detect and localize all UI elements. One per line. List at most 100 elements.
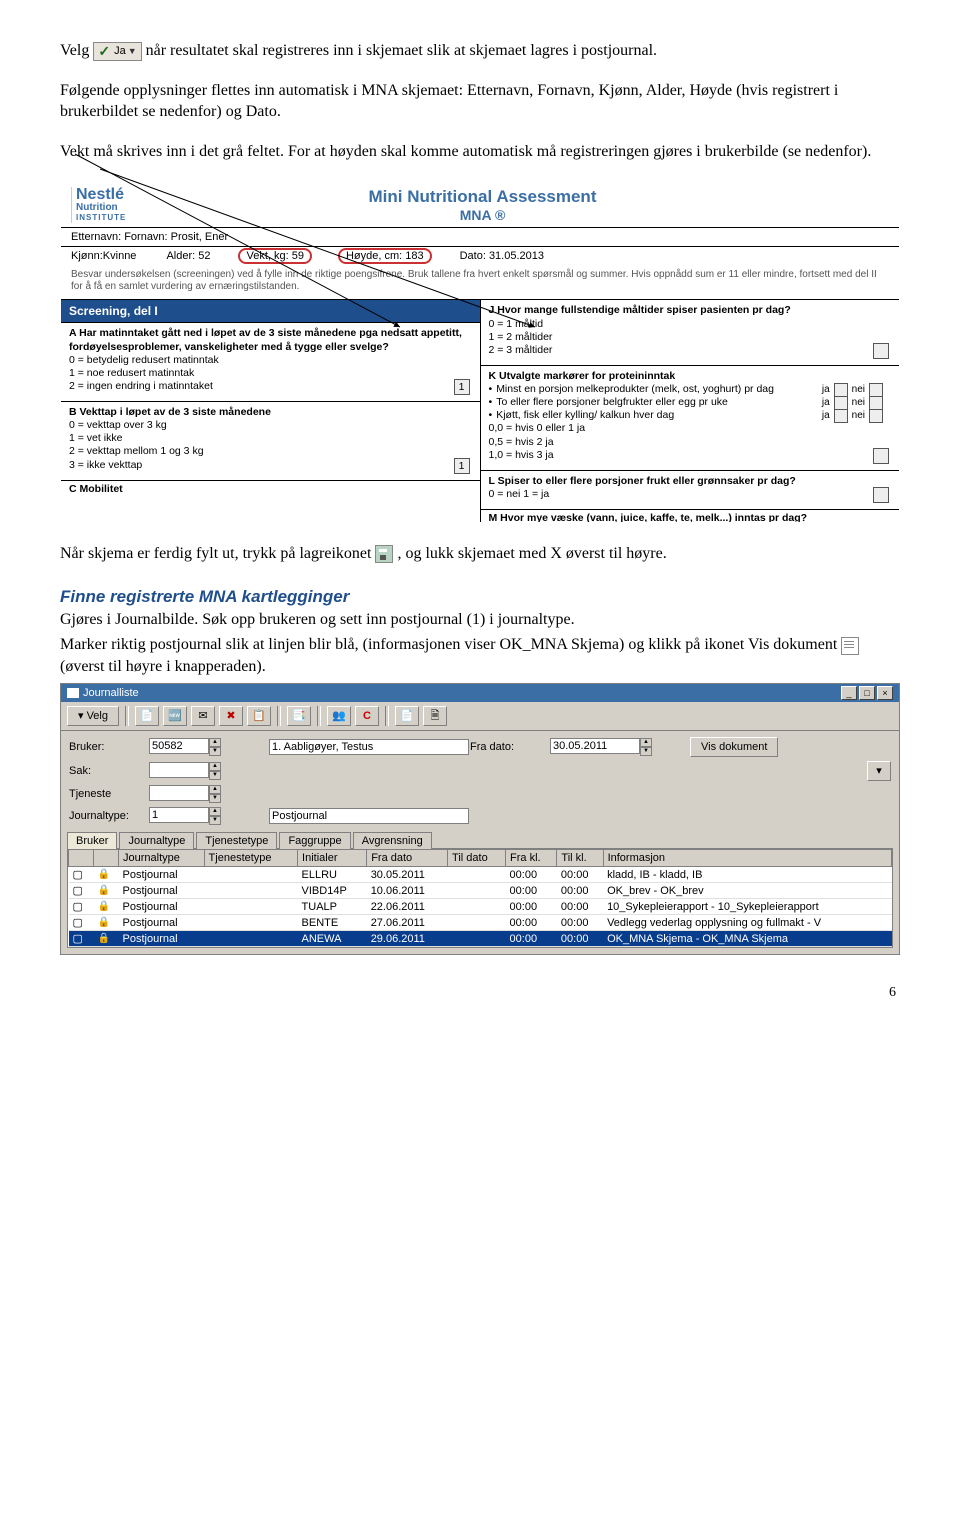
cell-journaltype: Postjournal [119,899,205,915]
question-c-cutoff: C Mobilitet [61,480,480,493]
answer-box-a[interactable]: 1 [454,379,470,395]
toolbar-icon[interactable]: 📑 [287,706,311,726]
k2-ja-box[interactable] [834,396,848,410]
toolbar-icon[interactable]: 📄 [395,706,419,726]
lock-icon: 🔒 [94,915,119,931]
tab-avgrensning[interactable]: Avgrensning [353,832,432,849]
table-row[interactable]: ▢🔒PostjournalANEWA29.06.201100:0000:00OK… [69,931,892,947]
cell-tildato [448,915,506,931]
cell-tilkl: 00:00 [557,867,603,883]
mna-title: Mini Nutritional Assessment MNA ® [166,187,799,223]
toolbar-icon[interactable]: 🆕 [163,706,187,726]
col-tilkl[interactable]: Til kl. [557,850,603,867]
journalliste-window: Journalliste _□× ▾ Velg 📄 🆕 ✉ ✖ 📋 📑 👥 C … [60,683,900,955]
tab-faggruppe[interactable]: Faggruppe [279,832,350,849]
cell-initialer: BENTE [298,915,367,931]
cell-initialer: ELLRU [298,867,367,883]
expand-icon[interactable]: ▢ [69,915,94,931]
toolbar-icon[interactable]: ✉ [191,706,215,726]
mna-dato: Dato: 31.05.2013 [460,250,544,262]
toolbar-icon[interactable]: 📋 [247,706,271,726]
cell-tjenestetype [204,883,297,899]
k1-ja-box[interactable] [834,383,848,397]
expand-icon[interactable]: ▢ [69,931,94,947]
save-icon[interactable] [375,545,393,563]
intro-paragraph-3: Vekt må skrives inn i det grå feltet. Fo… [60,141,900,163]
k3-nei-box[interactable] [869,409,883,423]
table-row[interactable]: ▢🔒PostjournalVIBD14P10.06.201100:0000:00… [69,883,892,899]
cell-journaltype: Postjournal [119,867,205,883]
sak-input[interactable]: ▲▼ [149,762,269,780]
journaltype-name-input[interactable] [269,808,469,824]
col-frakl[interactable]: Fra kl. [506,850,557,867]
col-tildato[interactable]: Til dato [448,850,506,867]
k3-ja-box[interactable] [834,409,848,423]
window-titlebar: Journalliste _□× [61,684,899,702]
cell-initialer: ANEWA [298,931,367,947]
table-row[interactable]: ▢🔒PostjournalELLRU30.05.201100:0000:00kl… [69,867,892,883]
col-initialer[interactable]: Initialer [298,850,367,867]
tjeneste-input[interactable]: ▲▼ [149,785,269,803]
vis-dokument-button[interactable]: Vis dokument [690,737,778,757]
fradato-label: Fra dato: [470,741,550,753]
velg-button[interactable]: ▾ Velg [67,706,119,726]
col-fradato[interactable]: Fra dato [367,850,448,867]
tab-journaltype[interactable]: Journaltype [119,832,194,849]
mna-hoyde-highlight: Høyde, cm: 183 [338,248,432,264]
vis-dokument-icon[interactable]: 🗎 [423,706,447,726]
table-row[interactable]: ▢🔒PostjournalBENTE27.06.201100:0000:00Ve… [69,915,892,931]
lock-icon: 🔒 [94,867,119,883]
answer-box-b[interactable]: 1 [454,458,470,474]
col-expand[interactable] [69,850,94,867]
bruker-id-input[interactable]: ▲▼ [149,738,269,756]
ja-dropdown-button[interactable]: ✓Ja▼ [93,42,141,61]
cell-tildato [448,931,506,947]
bruker-name-input[interactable] [269,739,469,755]
answer-box-l[interactable] [873,487,889,503]
answer-box-k[interactable] [873,448,889,464]
cell-journaltype: Postjournal [119,883,205,899]
cell-frakl: 00:00 [506,931,557,947]
cell-tildato [448,867,506,883]
maximize-icon: □ [859,686,875,700]
expand-icon[interactable]: ▢ [69,883,94,899]
fradato-input[interactable]: ▲▼ [550,738,690,756]
dropdown-icon[interactable]: ▾ [867,761,891,781]
cell-informasjon: 10_Sykepleierapport - 10_Sykepleierappor… [603,899,891,915]
cell-frakl: 00:00 [506,867,557,883]
k1-nei-box[interactable] [869,383,883,397]
toolbar-icon[interactable]: ✖ [219,706,243,726]
document-icon[interactable] [841,637,859,655]
toolbar-icon[interactable]: 👥 [327,706,351,726]
mna-kjonn: Kjønn:Kvinne [71,250,136,262]
question-j: J Hvor mange fullstendige måltider spise… [481,300,900,365]
p1-rest: når resultatet skal registreres inn i sk… [146,42,657,59]
after-paragraph-1: Når skjema er ferdig fylt ut, trykk på l… [60,543,900,565]
tab-bruker[interactable]: Bruker [67,832,117,849]
cell-informasjon: kladd, IB - kladd, IB [603,867,891,883]
journaltype-num-input[interactable]: ▲▼ [149,807,269,825]
k2-nei-box[interactable] [869,396,883,410]
col-lock[interactable] [94,850,119,867]
table-row[interactable]: ▢🔒PostjournalTUALP22.06.201100:0000:0010… [69,899,892,915]
filter-form: Bruker: ▲▼ Fra dato: ▲▼ Vis dokument Sak… [61,731,899,831]
cell-tilkl: 00:00 [557,931,603,947]
cell-tildato [448,883,506,899]
col-informasjon[interactable]: Informasjon [603,850,891,867]
cell-tjenestetype [204,915,297,931]
cell-tilkl: 00:00 [557,883,603,899]
bruker-label: Bruker: [69,741,149,753]
toolbar-icon[interactable]: 📄 [135,706,159,726]
col-tjenestetype[interactable]: Tjenestetype [204,850,297,867]
cell-fradato: 27.06.2011 [367,915,448,931]
tab-tjenestetype[interactable]: Tjenestetype [196,832,277,849]
heading-finne: Finne registrerte MNA kartlegginger [60,587,900,607]
toolbar-icon[interactable]: C [355,706,379,726]
expand-icon[interactable]: ▢ [69,867,94,883]
expand-icon[interactable]: ▢ [69,899,94,915]
window-buttons[interactable]: _□× [839,686,893,700]
answer-box-j[interactable] [873,343,889,359]
journaltype-label: Journaltype: [69,810,149,822]
close-icon: × [877,686,893,700]
col-journaltype[interactable]: Journaltype [119,850,205,867]
